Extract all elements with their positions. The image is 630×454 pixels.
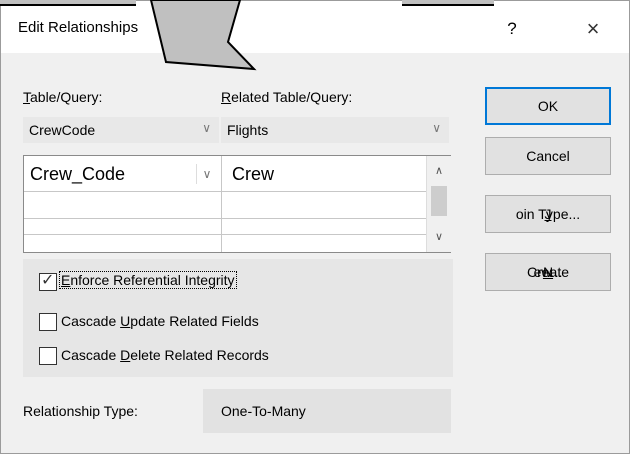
edit-relationships-dialog: Edit Relationships ? × Table/Query: Rela… [0, 0, 630, 454]
chevron-down-icon[interactable]: ∨ [202, 121, 211, 135]
scroll-thumb[interactable] [431, 186, 447, 216]
chevron-down-icon[interactable]: ∨ [196, 164, 217, 184]
dialog-title: Edit Relationships [18, 19, 139, 36]
table-query-combo[interactable]: CrewCode ∨ [23, 117, 219, 143]
grid-right-cell[interactable]: Crew [232, 164, 274, 185]
scroll-up-icon[interactable]: ∧ [427, 160, 451, 182]
cascade-update-checkbox[interactable] [39, 313, 57, 331]
title-bar: Edit Relationships ? × [1, 1, 629, 53]
grid-column-divider [221, 156, 222, 252]
grid-scrollbar[interactable]: ∧ ∨ [426, 156, 451, 252]
join-type-button[interactable]: Join Type... [485, 195, 611, 233]
cascade-update-label[interactable]: Cascade Update Related Fields [61, 313, 259, 329]
grid-left-cell[interactable]: Crew_Code [30, 164, 125, 185]
related-table-query-combo[interactable]: Flights ∨ [221, 117, 449, 143]
grid-row-divider [24, 218, 426, 219]
scroll-down-icon[interactable]: ∨ [427, 226, 451, 248]
grid-row-divider [24, 234, 426, 235]
relationship-type-label: Relationship Type: [23, 403, 138, 419]
cascade-delete-label[interactable]: Cascade Delete Related Records [61, 347, 269, 363]
chevron-down-icon[interactable]: ∨ [432, 121, 441, 135]
enforce-referential-integrity-checkbox[interactable]: ✓ [39, 272, 57, 291]
close-icon[interactable]: × [579, 15, 607, 43]
help-icon[interactable]: ? [499, 15, 525, 43]
checkbox-icon: ✓ [41, 272, 55, 289]
relationship-type-value: One-To-Many [203, 389, 451, 433]
grid-row-divider [24, 191, 426, 192]
cascade-delete-checkbox[interactable] [39, 347, 57, 365]
field-mapping-grid: Crew_Code ∨ Crew ∧ ∨ [23, 155, 451, 253]
related-table-query-label: Related Table/Query: [221, 89, 353, 105]
table-query-label: Table/Query: [23, 89, 103, 105]
cancel-button[interactable]: Cancel [485, 137, 611, 175]
table-query-value: CrewCode [29, 122, 96, 138]
enforce-referential-integrity-label[interactable]: Enforce Referential Integrity [59, 271, 237, 289]
related-table-query-value: Flights [227, 122, 269, 138]
ok-button[interactable]: OK [485, 87, 611, 125]
create-new-button[interactable]: Create New... [485, 253, 611, 291]
